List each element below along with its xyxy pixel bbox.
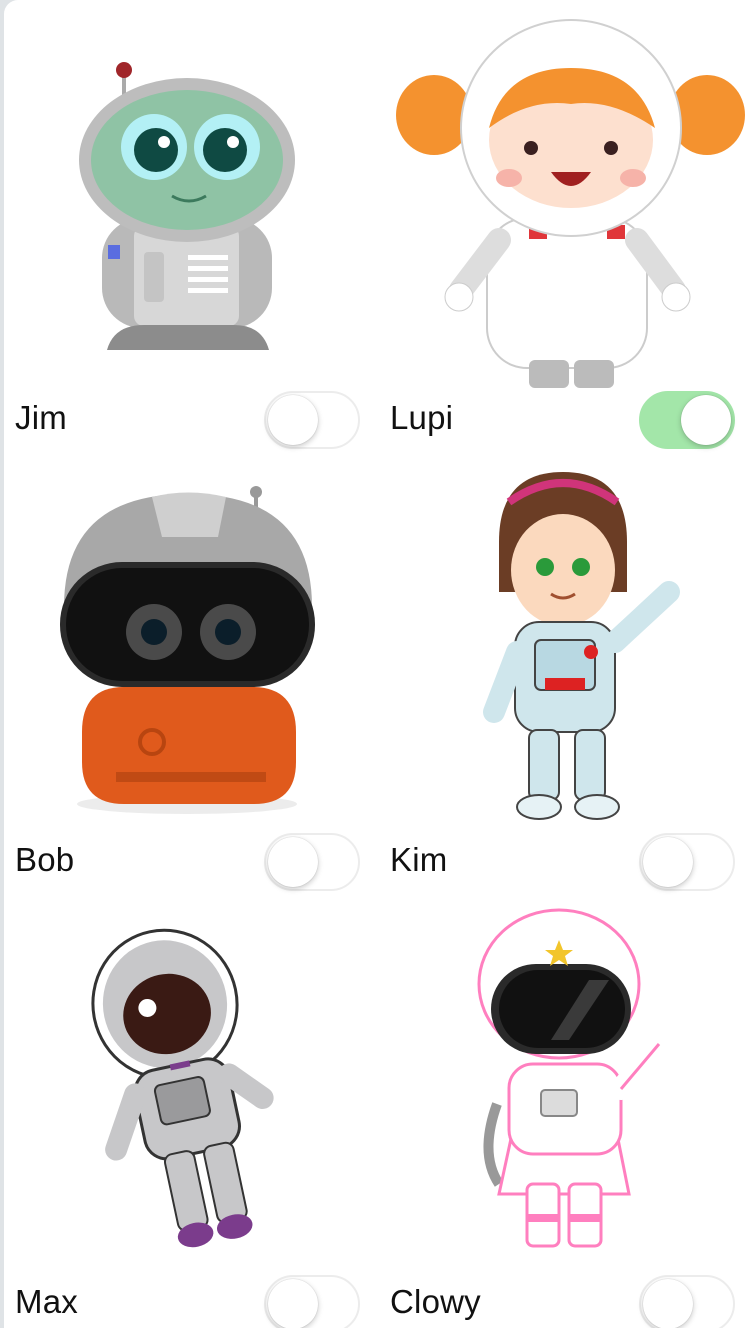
character-name: Bob <box>15 841 75 878</box>
robot-astronaut-icon <box>4 442 379 837</box>
enable-toggle-lupi[interactable] <box>639 391 735 449</box>
character-card-kim[interactable]: Kim <box>379 442 754 891</box>
toggle-knob <box>681 395 731 445</box>
enable-toggle-clowy[interactable] <box>639 1275 735 1328</box>
character-card-jim[interactable]: Jim <box>4 0 379 449</box>
character-card-lupi[interactable]: Lupi <box>379 0 754 449</box>
character-grid: Jim Lupi Bob Kim Max Clowy <box>4 0 754 1328</box>
character-name: Max <box>15 1283 78 1320</box>
character-name: Lupi <box>390 399 454 436</box>
toggle-knob <box>643 1279 693 1328</box>
enable-toggle-jim[interactable] <box>264 391 360 449</box>
enable-toggle-bob[interactable] <box>264 833 360 891</box>
character-card-bob[interactable]: Bob <box>4 442 379 891</box>
character-name: Clowy <box>390 1283 481 1320</box>
waving-girl-astronaut-icon <box>379 442 754 837</box>
character-card-clowy[interactable]: Clowy <box>379 884 754 1328</box>
girl-astronaut-icon <box>379 0 754 395</box>
character-name: Kim <box>390 841 448 878</box>
character-name: Jim <box>15 399 67 436</box>
toggle-knob <box>643 837 693 887</box>
toggle-knob <box>268 837 318 887</box>
alien-astronaut-icon <box>4 0 379 395</box>
character-card-max[interactable]: Max <box>4 884 379 1328</box>
enable-toggle-max[interactable] <box>264 1275 360 1328</box>
toggle-knob <box>268 1279 318 1328</box>
pink-astronaut-icon <box>379 884 754 1279</box>
toggle-knob <box>268 395 318 445</box>
sticker-astronaut-icon <box>4 884 379 1279</box>
enable-toggle-kim[interactable] <box>639 833 735 891</box>
